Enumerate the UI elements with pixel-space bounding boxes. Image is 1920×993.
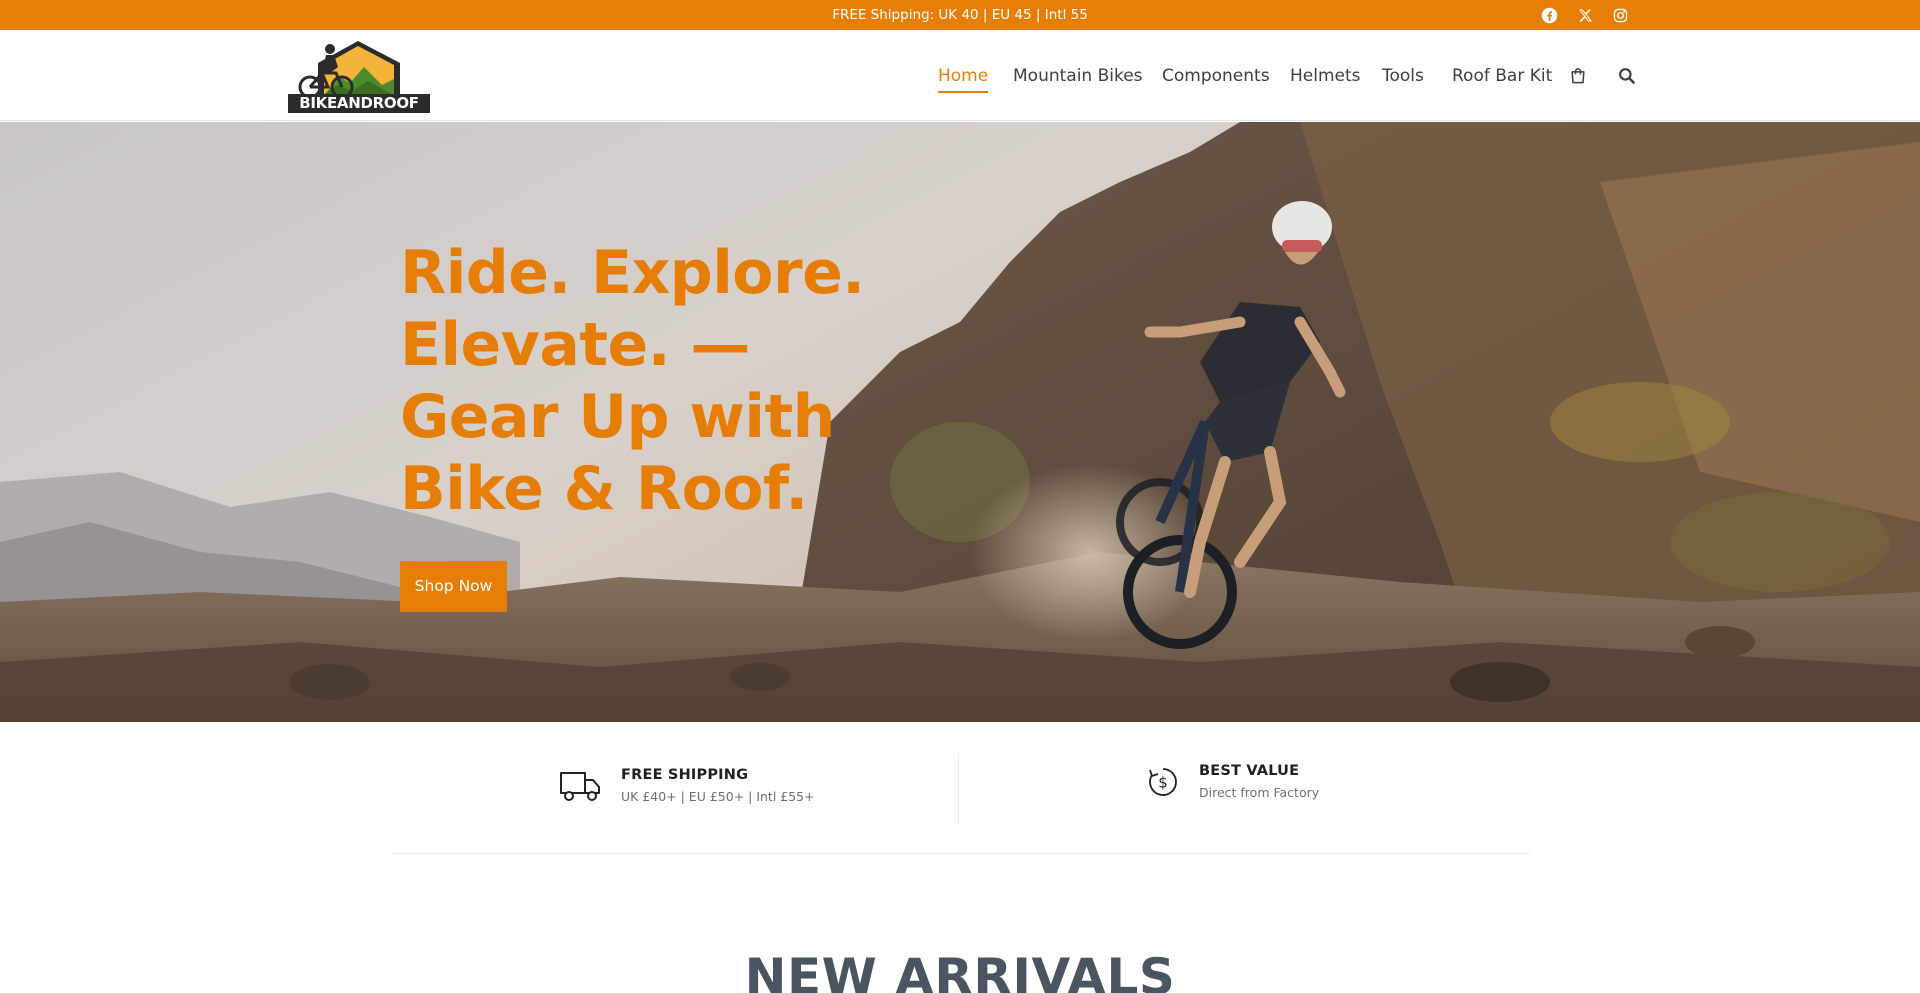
dollar-cycle-icon: $: [1147, 766, 1179, 798]
nav-tools[interactable]: Tools: [1382, 64, 1424, 88]
nav-components[interactable]: Components: [1162, 64, 1270, 88]
nav-helmets[interactable]: Helmets: [1290, 64, 1361, 88]
shop-now-button[interactable]: Shop Now: [400, 561, 507, 612]
search-icon[interactable]: [1617, 66, 1637, 86]
features-row: FREE SHIPPING UK £40+ | EU £50+ | Intl £…: [392, 752, 1530, 854]
hero-background-image: [0, 122, 1920, 722]
site-header: BIKEANDROOF Home Mountain Bikes Componen…: [0, 30, 1920, 121]
hero-headline: Ride. Explore. Elevate. — Gear Up with B…: [400, 237, 920, 525]
nav-home-label: Home: [938, 66, 989, 86]
facebook-icon[interactable]: [1540, 6, 1558, 24]
new-arrivals-heading: NEW ARRIVALS: [744, 948, 1176, 993]
hero-headline-line-2: Elevate. —: [400, 310, 750, 380]
hero-headline-line-1: Ride. Explore.: [400, 238, 865, 308]
feature-free-shipping: FREE SHIPPING UK £40+ | EU £50+ | Intl £…: [392, 752, 958, 832]
x-twitter-icon[interactable]: [1576, 6, 1594, 24]
nav-roof-bar-kit[interactable]: Roof Bar Kit: [1452, 64, 1552, 88]
shipping-promo-text: FREE Shipping: UK 40 | EU 45 | Intl 55: [832, 7, 1088, 23]
truck-icon: [559, 769, 601, 803]
svg-text:$: $: [1158, 774, 1168, 792]
feature-subtitle: Direct from Factory: [1199, 785, 1320, 800]
feature-title: BEST VALUE: [1199, 763, 1300, 779]
logo-text: BIKEANDROOF: [299, 94, 419, 112]
hero-headline-line-3: Gear Up with: [400, 382, 835, 452]
nav-mountain-bikes[interactable]: Mountain Bikes: [1013, 64, 1143, 88]
nav-home[interactable]: Home: [938, 64, 989, 93]
hero-banner: Ride. Explore. Elevate. — Gear Up with B…: [0, 122, 1920, 722]
top-promo-bar: FREE Shipping: UK 40 | EU 45 | Intl 55: [0, 0, 1920, 30]
feature-subtitle: UK £40+ | EU £50+ | Intl £55+: [621, 789, 815, 804]
feature-best-value: $ BEST VALUE Direct from Factory: [959, 752, 1530, 832]
shopping-bag-icon[interactable]: [1568, 66, 1588, 86]
hero-headline-line-4: Bike & Roof.: [400, 454, 808, 524]
active-nav-underline: [938, 91, 989, 93]
site-logo[interactable]: BIKEANDROOF: [288, 37, 430, 113]
instagram-icon[interactable]: [1611, 6, 1629, 24]
feature-title: FREE SHIPPING: [621, 767, 749, 783]
